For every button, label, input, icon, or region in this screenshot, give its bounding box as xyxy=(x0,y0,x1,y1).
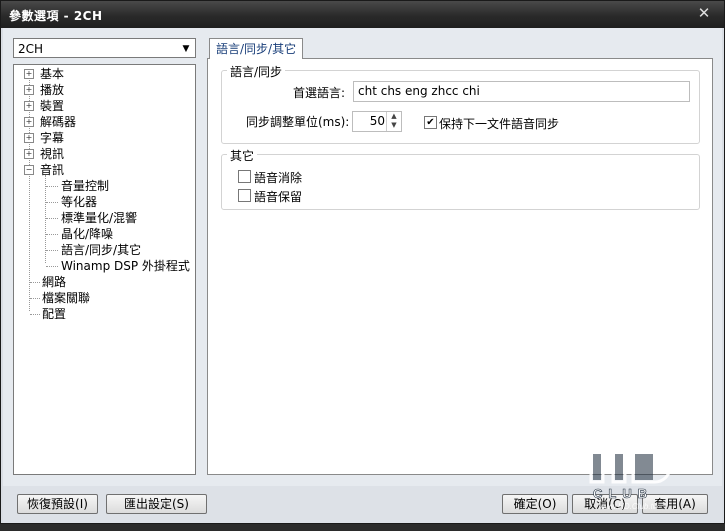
watermark-site: www.HD.Club.tw xyxy=(599,502,659,511)
preferred-language-label: 首選語言: xyxy=(293,86,346,100)
title-bar[interactable]: 參數選項 - 2CH ✕ xyxy=(1,1,724,28)
tree-item-label: 字幕 xyxy=(40,131,65,145)
tree-guide-line xyxy=(46,202,58,203)
close-icon[interactable]: ✕ xyxy=(696,5,712,21)
tree-item-label: 播放 xyxy=(40,83,65,97)
lang-sync-group-label: 語言/同步 xyxy=(227,63,286,80)
tree-item-label: 裝置 xyxy=(40,99,65,113)
voice-keep-checkbox[interactable] xyxy=(238,189,251,202)
ok-button[interactable]: 確定(O) xyxy=(502,494,568,514)
voice-keep-label: 語音保留 xyxy=(254,190,303,204)
tab-lang-sync-other[interactable]: 語言/同步/其它 xyxy=(209,38,304,59)
tree-guide-line xyxy=(30,314,40,315)
tree-guide-line xyxy=(30,282,40,283)
tree-item-file-assoc[interactable]: 檔案關聯 xyxy=(42,290,90,306)
tree-guide-line xyxy=(46,218,58,219)
tree-item-label: 解碼器 xyxy=(40,115,77,129)
expand-icon[interactable]: + xyxy=(24,149,34,159)
restore-defaults-button[interactable]: 恢復預設(I) xyxy=(17,494,98,514)
tree-item-volume[interactable]: 音量控制 xyxy=(61,178,109,194)
tree-item-lang-sync[interactable]: 語言/同步/其它 xyxy=(61,242,141,258)
tree-guide-line xyxy=(46,250,58,251)
tree-item-network[interactable]: 網路 xyxy=(42,274,66,290)
expand-icon[interactable]: + xyxy=(24,133,34,143)
hdclub-logo-graphic: CLUB xyxy=(589,450,672,501)
sync-unit-stepper[interactable]: 50 ▲ ▼ xyxy=(352,111,402,132)
collapse-icon[interactable]: − xyxy=(24,165,34,175)
sync-unit-value: 50 xyxy=(369,114,385,128)
tree-guide-line xyxy=(46,186,58,187)
tree-guide-line xyxy=(30,298,40,299)
sync-unit-label: 同步調整單位(ms): xyxy=(246,115,350,129)
tree-item-label: 基本 xyxy=(40,67,65,81)
tree-item-label: 音訊 xyxy=(40,163,65,177)
tree-item-label: 視訊 xyxy=(40,147,65,161)
expand-icon[interactable]: + xyxy=(24,69,34,79)
hdclub-watermark-logo: CLUB www.HD.Club.tw xyxy=(585,438,680,528)
dialog-body: 2CH ▼ + 基本 + 播放 + 裝置 + 解碼器 + 字幕 + 視訊 − 音… xyxy=(3,28,722,523)
other-group-label: 其它 xyxy=(227,147,258,164)
expand-icon[interactable]: + xyxy=(24,117,34,127)
export-settings-button[interactable]: 匯出設定(S) xyxy=(106,494,207,514)
tree-item-equalizer[interactable]: 等化器 xyxy=(61,194,97,210)
chevron-down-icon[interactable]: ▼ xyxy=(180,43,192,55)
preferences-window: 參數選項 - 2CH ✕ 2CH ▼ + 基本 + 播放 + 裝置 + 解碼器 … xyxy=(0,0,725,524)
tree-item-config[interactable]: 配置 xyxy=(42,306,66,322)
preferred-language-input[interactable]: cht chs eng zhcc chi xyxy=(353,81,690,102)
keep-sync-label: 保持下一文件語音同步 xyxy=(439,117,560,131)
tree-guide-line xyxy=(46,234,58,235)
expand-icon[interactable]: + xyxy=(24,101,34,111)
tree-guide-line xyxy=(46,266,58,267)
tree-item-winamp-dsp[interactable]: Winamp DSP 外掛程式 xyxy=(61,258,190,274)
expand-icon[interactable]: + xyxy=(24,85,34,95)
settings-tree[interactable]: + 基本 + 播放 + 裝置 + 解碼器 + 字幕 + 視訊 − 音訊 音量控制… xyxy=(13,64,196,475)
voice-cancel-label: 語音消除 xyxy=(254,171,303,185)
stepper-up-icon[interactable]: ▲ xyxy=(387,112,401,121)
svg-text:CLUB: CLUB xyxy=(593,486,653,501)
tree-item-crystalize[interactable]: 晶化/降噪 xyxy=(61,226,113,242)
window-title: 參數選項 - 2CH xyxy=(9,9,103,23)
stepper-down-icon[interactable]: ▼ xyxy=(387,121,401,130)
profile-select[interactable]: 2CH ▼ xyxy=(13,38,196,58)
keep-sync-checkbox[interactable]: ✔ xyxy=(424,116,437,129)
voice-cancel-checkbox[interactable] xyxy=(238,170,251,183)
tree-item-normalize[interactable]: 標準量化/混響 xyxy=(61,210,137,226)
profile-select-value: 2CH xyxy=(18,42,44,56)
